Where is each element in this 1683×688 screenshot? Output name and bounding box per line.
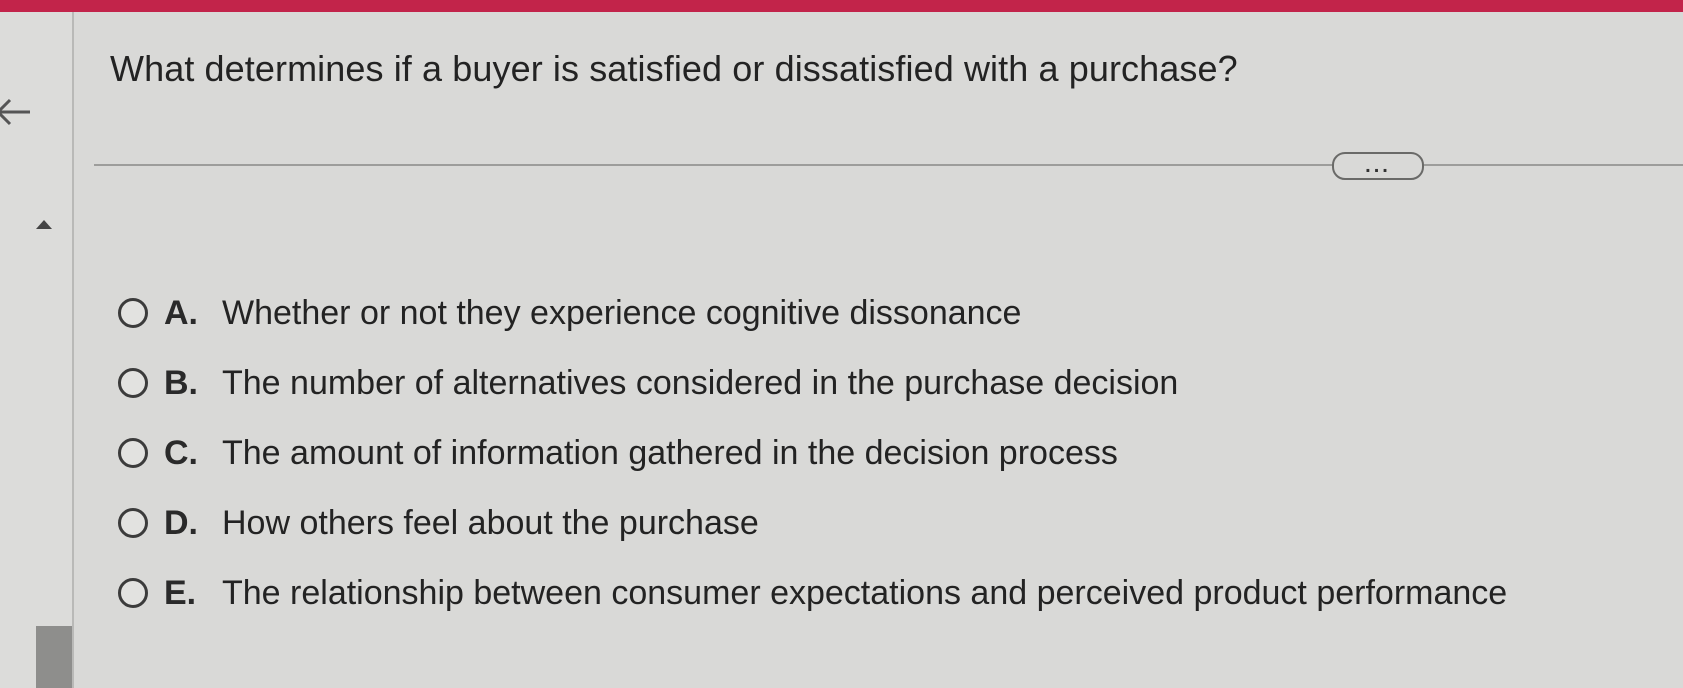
radio-button[interactable] [118, 298, 148, 328]
more-options-button[interactable]: ... [1332, 152, 1424, 180]
radio-button[interactable] [118, 368, 148, 398]
option-e[interactable]: E. The relationship between consumer exp… [118, 558, 1507, 628]
caret-up-icon[interactable] [36, 220, 52, 229]
answer-options: A. Whether or not they experience cognit… [118, 278, 1507, 628]
scrollbar-thumb[interactable] [36, 626, 72, 688]
option-c[interactable]: C. The amount of information gathered in… [118, 418, 1507, 488]
option-b[interactable]: B. The number of alternatives considered… [118, 348, 1507, 418]
option-d[interactable]: D. How others feel about the purchase [118, 488, 1507, 558]
left-sidebar [0, 12, 74, 688]
question-text: What determines if a buyer is satisfied … [110, 48, 1238, 89]
option-letter: C. [164, 433, 198, 472]
option-text: The relationship between consumer expect… [222, 573, 1508, 612]
option-letter: A. [164, 293, 198, 332]
option-letter: D. [164, 503, 198, 542]
option-text: How others feel about the purchase [222, 503, 759, 542]
option-text: The amount of information gathered in th… [222, 433, 1118, 472]
radio-button[interactable] [118, 438, 148, 468]
option-a[interactable]: A. Whether or not they experience cognit… [118, 278, 1507, 348]
back-arrow-icon[interactable] [0, 94, 34, 134]
option-letter: E. [164, 573, 197, 612]
top-accent-strip [0, 0, 1683, 12]
option-text: The number of alternatives considered in… [222, 363, 1179, 402]
divider [94, 164, 1683, 166]
radio-button[interactable] [118, 508, 148, 538]
option-text: Whether or not they experience cognitive… [222, 293, 1022, 332]
question-panel: What determines if a buyer is satisfied … [74, 12, 1683, 688]
option-letter: B. [164, 363, 198, 402]
radio-button[interactable] [118, 578, 148, 608]
